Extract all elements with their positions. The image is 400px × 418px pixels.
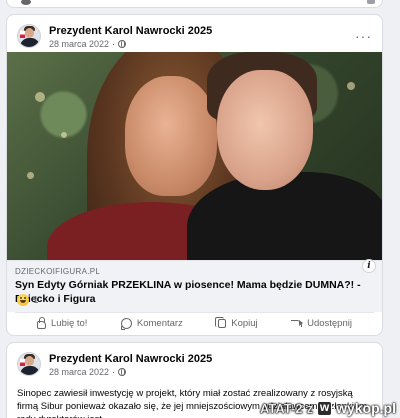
watermark-user: ATAT-2 [259,400,303,416]
info-icon[interactable]: i [362,259,376,273]
post-header: Prezydent Karol Nawrocki 2025 28 marca 2… [17,24,372,54]
watermark-connector: z [306,400,314,416]
link-preview-image[interactable] [7,52,382,260]
post-date[interactable]: 28 marca 2022 [49,367,109,377]
action-icon-fragment [367,0,375,4]
post-author[interactable]: Prezydent Karol Nawrocki 2025 [49,353,212,365]
page-avatar[interactable] [17,352,41,376]
like-button[interactable]: Lubię to! [37,317,88,329]
globe-icon [118,40,127,48]
thumbs-up-icon [37,317,46,329]
post-actions: Lubię to! Komentarz Kopiuj Udostępnij [15,312,374,334]
watermark: ATAT-2 z wykop.pl [259,400,396,417]
like-label: Lubię to! [51,318,88,329]
post-date[interactable]: 28 marca 2022 [49,39,109,49]
previous-post-card-fragment [6,0,383,8]
flag-icon [20,359,25,366]
globe-icon [118,368,127,376]
comment-icon [120,318,132,330]
share-icon [291,318,303,329]
post-meta: 28 marca 2022 · [49,39,127,49]
share-label: Udostępnij [307,318,352,329]
copy-label: Kopiuj [231,318,258,329]
post-meta: 28 marca 2022 · [49,367,127,377]
post-header: Prezydent Karol Nawrocki 2025 28 marca 2… [17,352,372,382]
link-domain: DZIECKOIFIGURA.PL [15,267,101,276]
copy-icon [215,317,227,328]
copy-button[interactable]: Kopiuj [215,317,258,329]
flag-icon [20,31,25,38]
link-preview-body[interactable]: DZIECKOIFIGURA.PL Syn Edyty Górniak PRZE… [7,259,382,312]
more-options-icon[interactable]: ··· [355,28,372,44]
post-card: Prezydent Karol Nawrocki 2025 28 marca 2… [6,14,383,336]
page-avatar[interactable] [17,24,41,48]
post-author[interactable]: Prezydent Karol Nawrocki 2025 [49,25,212,37]
comment-label: Komentarz [136,318,183,329]
watermark-site: wykop.pl [336,400,396,416]
reaction-icon-fragment [21,0,31,5]
link-title[interactable]: Syn Edyty Górniak PRZEKLINA w piosence! … [15,278,370,306]
reaction-count: 1 [33,294,39,306]
share-button[interactable]: Udostępnij [291,318,352,329]
laughing-emoji-icon [17,294,29,306]
wykop-logo-icon [317,400,333,416]
comment-button[interactable]: Komentarz [120,318,183,330]
reactions-summary[interactable]: 1 [17,294,39,306]
